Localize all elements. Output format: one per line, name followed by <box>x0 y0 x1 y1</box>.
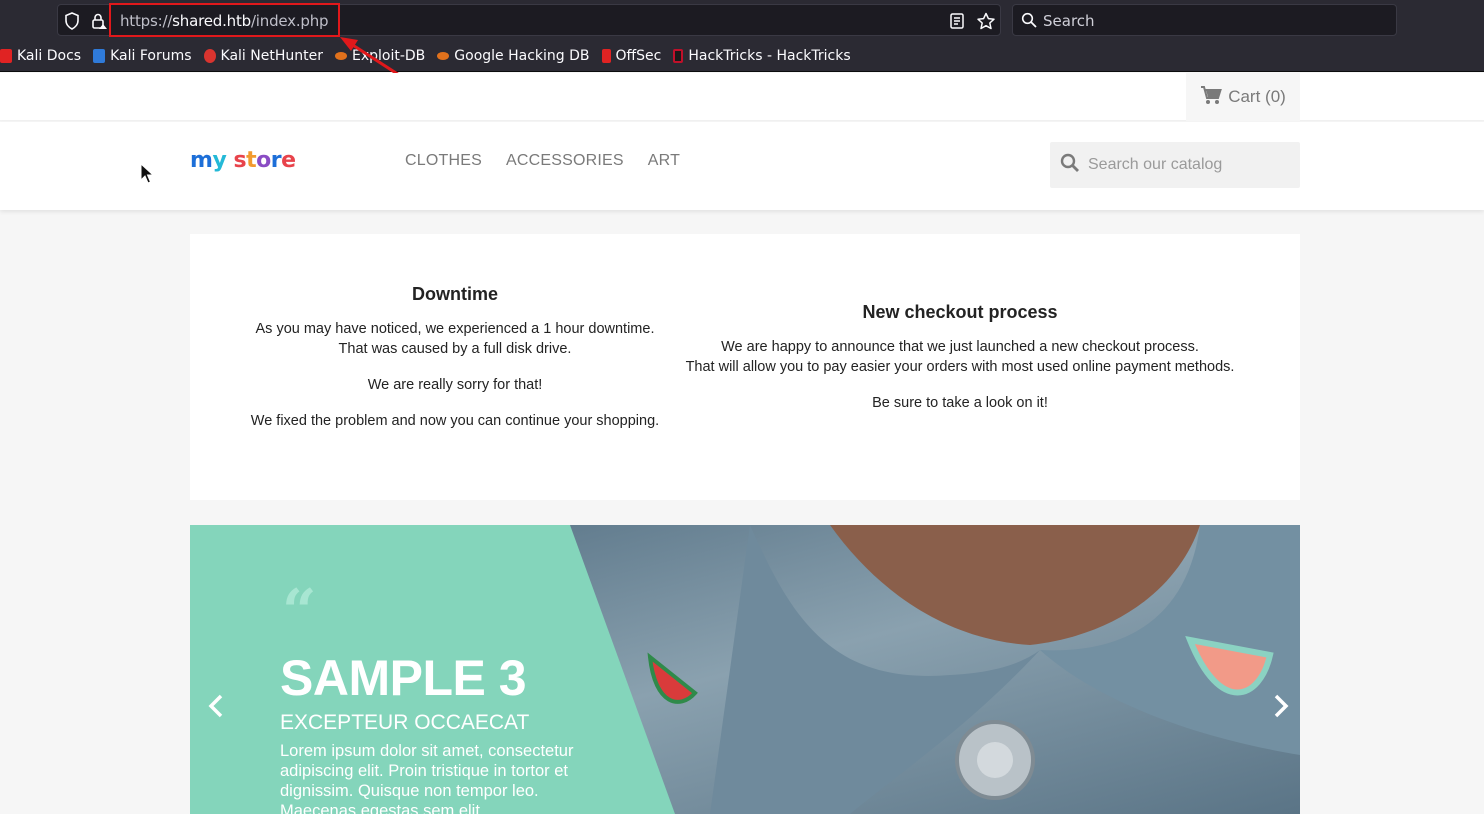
kali-icon <box>203 49 216 63</box>
shopping-cart-icon <box>1200 85 1228 110</box>
slide-subtitle: EXCEPTEUR OCCAECAT <box>280 711 530 734</box>
store-header: my store CLOTHES ACCESSORIES ART <box>0 122 1484 210</box>
bookmark-kali-forums[interactable]: Kali Forums <box>93 48 192 64</box>
downtime-notice: Downtime As you may have noticed, we exp… <box>230 284 680 447</box>
search-icon[interactable] <box>1060 153 1080 178</box>
browser-search-placeholder: Search <box>1043 12 1095 30</box>
checkout-notice: New checkout process We are happy to ann… <box>670 302 1250 429</box>
checkout-paragraph-2: Be sure to take a look on it! <box>872 395 1048 411</box>
kali-icon <box>0 49 12 63</box>
main-nav: CLOTHES ACCESSORIES ART <box>405 152 680 170</box>
downtime-paragraph-1: As you may have noticed, we experienced … <box>255 321 655 357</box>
offsec-icon <box>601 49 611 63</box>
store-top-bar: Cart (0) <box>0 73 1484 121</box>
bookmark-exploit-db[interactable]: Exploit-DB <box>334 48 425 64</box>
nav-accessories[interactable]: ACCESSORIES <box>506 152 624 170</box>
chevron-right-icon[interactable] <box>1265 691 1295 721</box>
bookmark-offsec[interactable]: OffSec <box>601 48 661 64</box>
bookmark-hacktricks[interactable]: HackTricks - HackTricks <box>673 48 851 64</box>
search-icon <box>1021 12 1037 33</box>
checkout-title: New checkout process <box>862 302 1058 322</box>
browser-search-bar[interactable]: Search <box>1012 4 1397 36</box>
store-logo[interactable]: my store <box>190 148 296 173</box>
chevron-left-icon[interactable] <box>202 691 232 721</box>
mouse-cursor-icon <box>140 163 154 184</box>
bookmark-kali-docs[interactable]: Kali Docs <box>0 48 81 64</box>
homepage-slider: “ SAMPLE 3 EXCEPTEUR OCCAECAT Lorem ipsu… <box>190 525 1300 814</box>
bookmark-google-hacking-db[interactable]: Google Hacking DB <box>437 48 590 64</box>
reader-view-icon[interactable] <box>949 12 967 30</box>
catalog-search <box>1050 142 1300 188</box>
nav-art[interactable]: ART <box>648 152 680 170</box>
bookmark-star-icon[interactable] <box>976 12 995 30</box>
browser-toolbar: https://shared.htb/index.php Search Kali… <box>0 0 1484 72</box>
exploitdb-icon <box>334 52 347 60</box>
notices-block: Downtime As you may have noticed, we exp… <box>190 234 1300 500</box>
downtime-paragraph-2: We are really sorry for that! <box>367 377 543 393</box>
shield-icon[interactable] <box>64 12 82 30</box>
bookmarks-bar: Kali Docs Kali Forums Kali NetHunter Exp… <box>0 44 863 68</box>
quote-mark: “ <box>282 577 317 647</box>
downtime-title: Downtime <box>411 284 498 304</box>
cart-label: Cart (0) <box>1228 87 1286 106</box>
cart-button[interactable]: Cart (0) <box>1186 73 1300 121</box>
slide-description: Lorem ipsum dolor sit amet, consectetur … <box>280 742 574 814</box>
kali-icon <box>93 49 106 63</box>
exploitdb-icon <box>437 52 450 60</box>
slide-title: SAMPLE 3 <box>280 650 527 706</box>
checkout-paragraph-1: We are happy to announce that we just la… <box>685 339 1235 375</box>
bookmark-kali-nethunter[interactable]: Kali NetHunter <box>203 48 323 64</box>
catalog-search-input[interactable] <box>1088 142 1293 188</box>
url-annotation-box <box>109 3 340 37</box>
nav-clothes[interactable]: CLOTHES <box>405 152 482 170</box>
hacktricks-icon <box>673 49 684 63</box>
lock-warning-icon[interactable] <box>90 12 108 30</box>
downtime-paragraph-3: We fixed the problem and now you can con… <box>250 413 660 429</box>
